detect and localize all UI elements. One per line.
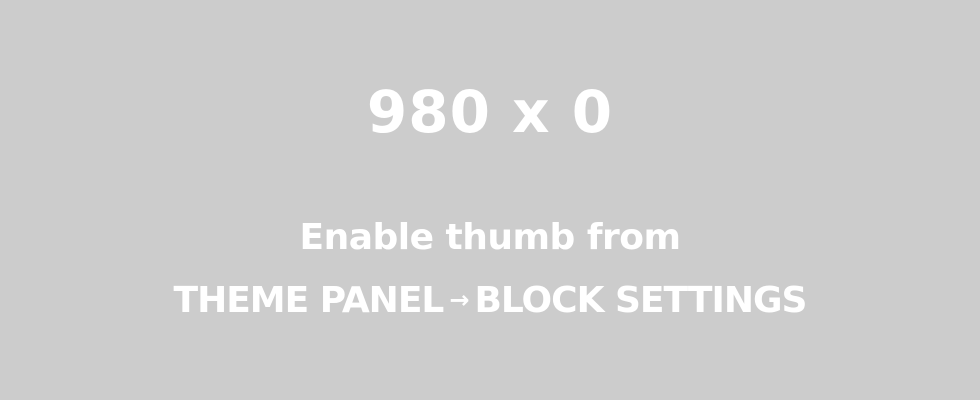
block-settings-label: BLOCK SETTINGS (474, 280, 807, 321)
placeholder-message: Enable thumb from THEME PANEL → BLOCK SETT… (0, 207, 980, 332)
theme-panel-label: THEME PANEL (173, 280, 445, 321)
thumbnail-placeholder: 980 x 0 Enable thumb from THEME PANEL → BL… (0, 0, 980, 400)
placeholder-dimensions: 980 x 0 (366, 78, 614, 146)
settings-path: THEME PANEL → BLOCK SETTINGS (0, 269, 980, 332)
arrow-right-icon: → (449, 286, 469, 314)
enable-thumb-text: Enable thumb from (299, 217, 681, 258)
